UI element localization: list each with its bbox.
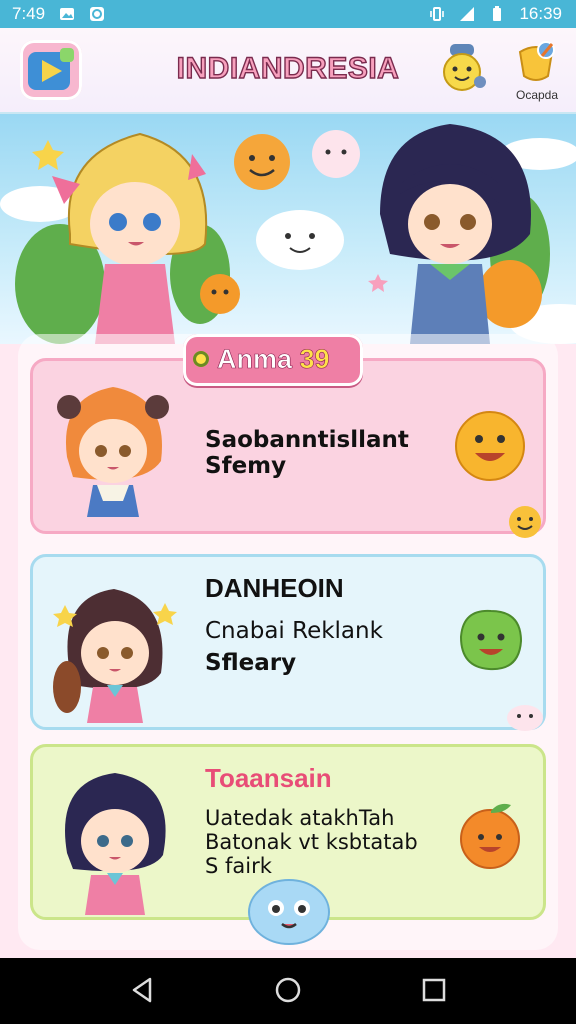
character-card-2[interactable]: DANHEOIN Cnabai Reklank Sfleary — [30, 554, 546, 731]
card-3-line-1: Uatedak atakhTah — [205, 806, 395, 830]
signal-icon — [460, 7, 475, 21]
card-3-text: Toaansain Uatedak atakhTah Batonak vt ks… — [205, 763, 418, 878]
card-1-line-2: Sfemy — [205, 453, 287, 479]
cloud-buddy-icon — [507, 705, 543, 731]
section-count: 39 — [299, 344, 330, 375]
profile-label: Ocapda — [515, 88, 559, 102]
coin-icon — [193, 351, 209, 367]
recents-icon[interactable] — [420, 976, 448, 1004]
card-3-line-2: Batonak vt ksbtatab — [205, 830, 418, 854]
card-2-title: DANHEOIN — [205, 573, 344, 603]
back-icon[interactable] — [128, 976, 156, 1004]
card-2-line-1: Cnabai Reklank — [205, 618, 383, 644]
section-title-label: Anma — [217, 344, 293, 375]
card-3-title: Toaansain — [205, 763, 332, 793]
vibrate-icon — [430, 7, 445, 21]
card-3-line-3: S fairk — [205, 854, 272, 878]
battery-icon — [493, 6, 502, 21]
section-title: Anma 39 — [217, 344, 330, 375]
character-avatar-2 — [53, 589, 177, 723]
image-notification-icon — [60, 8, 75, 20]
profile-button[interactable]: Ocapda — [506, 38, 568, 110]
orange-fruit-icon — [460, 803, 520, 869]
smiley-green-icon — [459, 609, 523, 671]
section-header-pill: Anma 39 — [183, 334, 363, 386]
character-avatar-3 — [65, 773, 166, 915]
hero-illustration — [0, 124, 576, 344]
card-1-line-1: Saobanntisllant — [205, 427, 409, 453]
mascot-icon[interactable] — [440, 42, 488, 96]
app-title: INDIANDRESIA — [176, 51, 400, 85]
card-1-text: Saobanntisllant Sfemy — [205, 427, 409, 479]
status-time-right: 16:39 — [519, 4, 562, 23]
home-icon[interactable] — [274, 976, 302, 1004]
app-header: INDIANDRESIA Ocapda — [0, 28, 576, 114]
hero-banner — [0, 114, 576, 344]
card-2-text: DANHEOIN Cnabai Reklank Sfleary — [205, 573, 383, 676]
small-smiley-icon — [509, 506, 541, 538]
status-time-left: 7:49 — [12, 4, 46, 23]
profile-badge-icon — [518, 41, 555, 81]
app-notification-icon — [90, 7, 105, 21]
card-2-line-2: Sfleary — [205, 650, 297, 676]
blob-mascot-icon — [248, 879, 330, 945]
smiley-orange-icon — [455, 411, 525, 481]
character-avatar-1 — [57, 387, 169, 517]
status-bar: 7:49 16:39 — [0, 0, 576, 28]
system-nav-bar — [0, 958, 576, 1024]
